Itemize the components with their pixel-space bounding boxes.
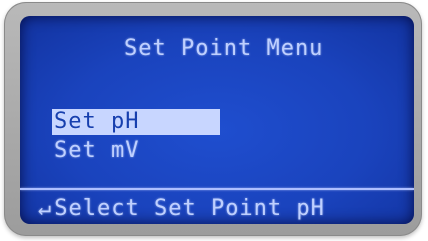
lcd-screen: Set Point Menu Set pH Set mV ↵Select Set… bbox=[20, 16, 414, 224]
hint-text: Select Set Point pH bbox=[54, 196, 325, 221]
menu-item-label: Set pH bbox=[54, 109, 140, 134]
footer-divider bbox=[20, 188, 414, 190]
hint-bar: ↵Select Set Point pH bbox=[38, 196, 325, 221]
menu-title: Set Point Menu bbox=[124, 36, 324, 61]
menu-item-label: Set mV bbox=[54, 138, 140, 163]
menu-item-set-ph[interactable]: Set pH bbox=[52, 109, 220, 135]
menu-item-set-mv[interactable]: Set mV bbox=[52, 138, 141, 164]
device-bezel: Set Point Menu Set pH Set mV ↵Select Set… bbox=[4, 2, 422, 236]
enter-arrow-icon: ↵ bbox=[38, 196, 53, 221]
